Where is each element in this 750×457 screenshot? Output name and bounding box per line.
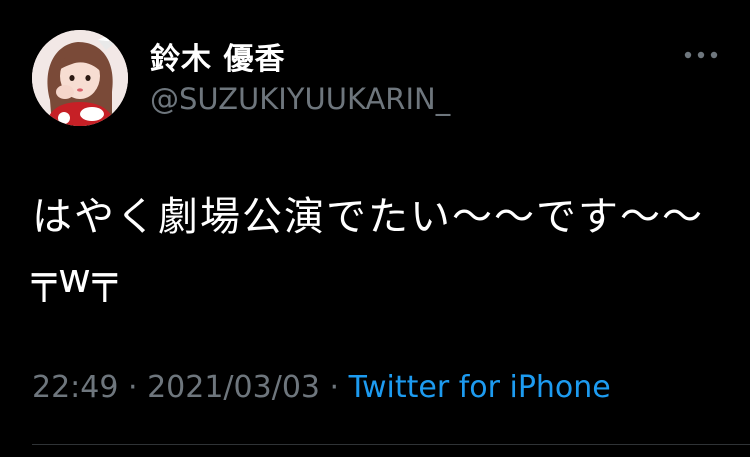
meta-separator: ·: [320, 370, 349, 405]
tweet-date[interactable]: 2021/03/03: [147, 370, 320, 405]
more-dots-icon[interactable]: [683, 46, 719, 59]
tweet-time[interactable]: 22:49: [32, 370, 118, 405]
avatar[interactable]: [32, 30, 128, 126]
user-handle[interactable]: @SUZUKIYUUKARIN_: [150, 82, 450, 116]
tweet-source-link[interactable]: Twitter for iPhone: [349, 370, 611, 405]
tweet-text: はやく劇場公演でたい〜〜です〜〜╤w╤: [32, 194, 704, 302]
display-name[interactable]: 鈴木 優香: [150, 34, 285, 78]
meta-separator: ·: [118, 370, 148, 405]
divider: [32, 444, 750, 445]
tweet-meta: 22:49 · 2021/03/03 · Twitter for iPhone: [32, 370, 611, 405]
profile-photo-image: [32, 30, 128, 126]
tweet-card: 鈴木 優香 @SUZUKIYUUKARIN_ はやく劇場公演でたい〜〜です〜〜╤…: [0, 0, 750, 457]
